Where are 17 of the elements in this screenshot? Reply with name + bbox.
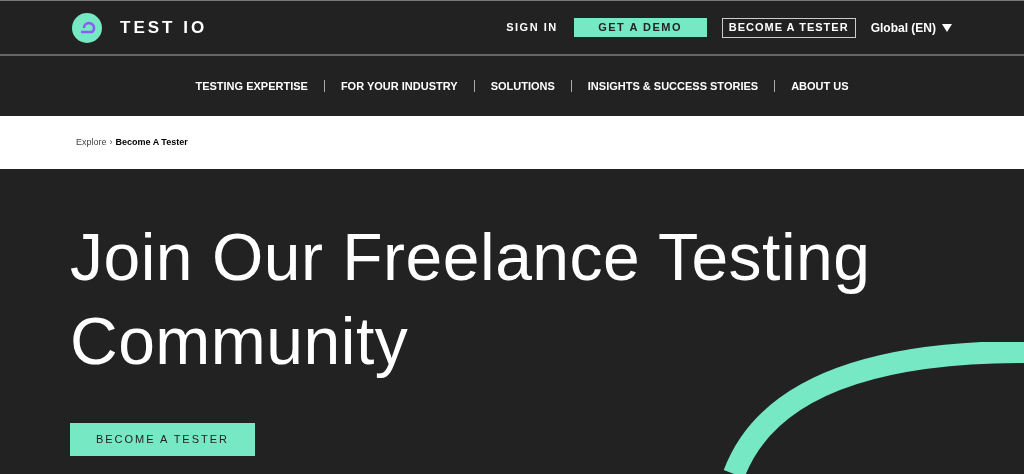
get-demo-button[interactable]: GET A DEMO bbox=[573, 18, 707, 37]
sign-in-link[interactable]: SIGN IN bbox=[506, 19, 558, 36]
caret-icon bbox=[942, 23, 952, 32]
nav-link[interactable]: TESTING EXPERTISE bbox=[195, 77, 308, 95]
hero-become-tester-button[interactable]: BECOME A TESTER bbox=[70, 423, 255, 456]
breadcrumb-link[interactable]: Explore bbox=[76, 135, 107, 150]
become-tester-button[interactable]: BECOME A TESTER bbox=[721, 17, 856, 38]
nav-link[interactable]: INSIGHTS & SUCCESS STORIES bbox=[587, 77, 759, 95]
nav-link[interactable]: SOLUTIONS bbox=[490, 77, 555, 95]
breadcrumb-separator: › bbox=[109, 135, 113, 149]
hero-title: Join Our Freelance Testing Community bbox=[70, 219, 872, 380]
brand-name: TEST IO bbox=[120, 16, 208, 39]
nav-link[interactable]: FOR YOUR INDUSTRY bbox=[340, 77, 458, 95]
breadcrumb-current[interactable]: Become A Tester bbox=[115, 135, 188, 150]
logo-icon[interactable] bbox=[72, 12, 102, 43]
nav-link[interactable]: ABOUT US bbox=[791, 77, 849, 95]
language-selector[interactable]: Global (EN) bbox=[870, 18, 952, 37]
